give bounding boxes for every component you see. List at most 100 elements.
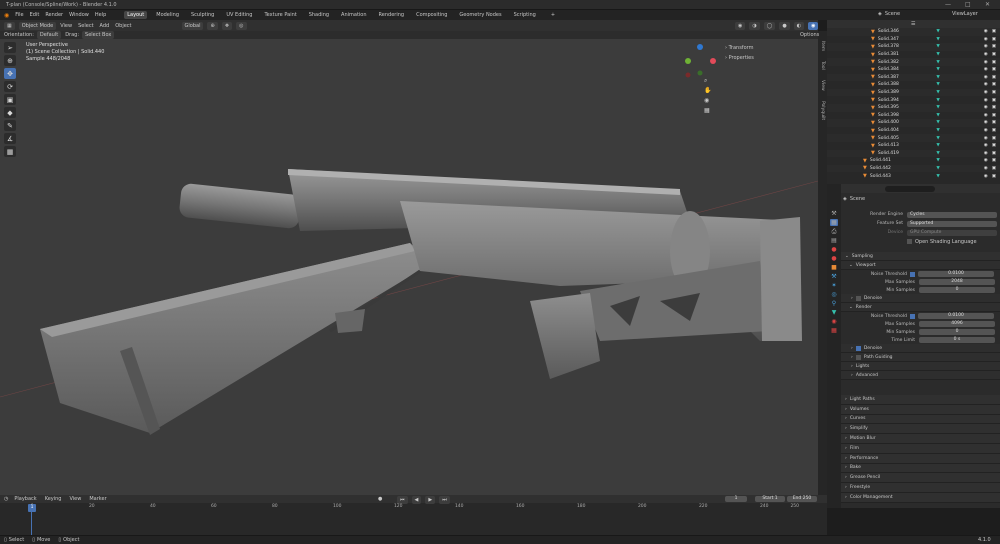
outliner-item[interactable]: ▼ Solid.378 ▼ ◉ ▣ bbox=[827, 43, 1000, 51]
osl-checkbox[interactable] bbox=[907, 239, 912, 244]
start-frame-field[interactable]: Start 1 bbox=[755, 496, 785, 502]
properties-panel[interactable]: › Properties bbox=[725, 53, 754, 63]
playback-menu[interactable]: Playback bbox=[14, 496, 36, 502]
outliner-item[interactable]: ▼ Solid.404 ▼ ◉ ▣ bbox=[827, 127, 1000, 135]
keying-menu[interactable]: Keying bbox=[45, 496, 62, 502]
vp-min-samples-field[interactable]: 0 bbox=[919, 287, 995, 293]
device-dropdown[interactable]: GPU Compute bbox=[907, 229, 997, 236]
r-noise-field[interactable]: 0.0100 bbox=[918, 313, 994, 319]
tab-rendering[interactable]: Rendering bbox=[376, 11, 408, 19]
tab-uv-editing[interactable]: UV Editing bbox=[223, 11, 255, 19]
scene-selector[interactable]: ◈ Scene bbox=[878, 11, 906, 17]
select-tool-icon[interactable]: ➢ bbox=[4, 42, 16, 53]
end-frame-field[interactable]: End 250 bbox=[787, 496, 817, 502]
orientation-dropdown[interactable]: Default bbox=[36, 31, 62, 39]
render-camera-icon[interactable]: ▣ bbox=[992, 75, 996, 80]
material-icon[interactable]: ◉ bbox=[830, 318, 838, 325]
outliner-item[interactable]: ▼ Solid.419 ▼ ◉ ▣ bbox=[827, 149, 1000, 158]
render-camera-icon[interactable]: ▣ bbox=[992, 174, 996, 179]
data-properties-icon[interactable]: ▼ bbox=[830, 309, 838, 316]
render-camera-icon[interactable]: ▣ bbox=[992, 98, 996, 103]
time-limit-field[interactable]: 0 s bbox=[919, 337, 995, 343]
vp-noise-field[interactable]: 0.0100 bbox=[918, 271, 994, 277]
rotate-tool-icon[interactable]: ⟳ bbox=[4, 81, 16, 92]
visibility-eye-icon[interactable]: ◉ bbox=[984, 82, 988, 87]
visibility-eye-icon[interactable]: ◉ bbox=[984, 67, 988, 72]
render-camera-icon[interactable]: ▣ bbox=[992, 166, 996, 171]
tab-view[interactable]: View bbox=[820, 80, 825, 91]
tab-animation[interactable]: Animation bbox=[338, 11, 370, 19]
scale-tool-icon[interactable]: ▣ bbox=[4, 94, 16, 105]
tab-compositing[interactable]: Compositing bbox=[413, 11, 450, 19]
panel-grease-pencil[interactable]: › Grease Pencil bbox=[841, 473, 1000, 484]
tab-scripting[interactable]: Scripting bbox=[511, 11, 539, 19]
view-layer-icon[interactable]: ▤ bbox=[830, 237, 838, 244]
visibility-eye-icon[interactable]: ◉ bbox=[984, 120, 988, 125]
outliner-item[interactable]: ▼ Solid.442 ▼ ◉ ▣ bbox=[827, 164, 1000, 173]
tab-item[interactable]: Item bbox=[820, 41, 825, 51]
rendered-shading-icon[interactable]: ◉ bbox=[808, 22, 819, 30]
sampling-header[interactable]: ⌄ Sampling bbox=[841, 252, 1000, 261]
render-camera-icon[interactable]: ▣ bbox=[992, 136, 996, 141]
editor-type-icon[interactable]: ▦ bbox=[4, 21, 15, 30]
outliner-item[interactable]: ▼ Solid.388 ▼ ◉ ▣ bbox=[827, 81, 1000, 89]
r-noise-checkbox[interactable] bbox=[910, 313, 915, 319]
annotate-tool-icon[interactable]: ✎ bbox=[4, 120, 16, 131]
panel-freestyle[interactable]: › Freestyle bbox=[841, 483, 1000, 493]
outliner-item[interactable]: ▼ Solid.389 ▼ ◉ ▣ bbox=[827, 88, 1000, 97]
panel-motion-blur[interactable]: › Motion Blur bbox=[841, 434, 1000, 444]
outliner-item[interactable]: ▼ Solid.395 ▼ ◉ ▣ bbox=[827, 103, 1000, 112]
menu-help[interactable]: Help bbox=[95, 12, 106, 18]
output-properties-icon[interactable]: ⎙ bbox=[830, 228, 838, 235]
tab-tool[interactable]: Tool bbox=[820, 61, 825, 70]
render-camera-icon[interactable]: ▣ bbox=[992, 120, 996, 125]
render-camera-icon[interactable]: ▣ bbox=[992, 67, 996, 72]
visibility-eye-icon[interactable]: ◉ bbox=[984, 37, 988, 42]
vp-noise-checkbox[interactable] bbox=[910, 271, 915, 277]
cursor-tool-icon[interactable]: ⊕ bbox=[4, 55, 16, 66]
outliner-filter-icon[interactable]: ☰ bbox=[911, 21, 915, 27]
panel-color-management[interactable]: › Color Management bbox=[841, 492, 1000, 503]
play-reverse-icon[interactable]: ◀ bbox=[411, 496, 422, 504]
view-layer-selector[interactable]: ViewLayer bbox=[952, 11, 984, 17]
minimize-icon[interactable]: — bbox=[945, 1, 951, 8]
vp-denoise-checkbox[interactable] bbox=[855, 295, 861, 301]
particles-icon[interactable]: ✶ bbox=[830, 282, 838, 289]
add-menu[interactable]: Add bbox=[100, 23, 110, 29]
tab-layout[interactable]: Layout bbox=[124, 11, 148, 19]
vp-denoise-subpanel[interactable]: › Denoise bbox=[841, 294, 1000, 303]
visibility-eye-icon[interactable]: ◉ bbox=[984, 113, 988, 118]
tab-shading[interactable]: Shading bbox=[306, 11, 332, 19]
render-engine-dropdown[interactable]: Cycles bbox=[907, 211, 997, 218]
r-denoise-checkbox[interactable] bbox=[855, 345, 861, 351]
render-camera-icon[interactable]: ▣ bbox=[992, 60, 996, 65]
move-tool-icon[interactable]: ✥ bbox=[4, 68, 16, 79]
outliner-item[interactable]: ▼ Solid.382 ▼ ◉ ▣ bbox=[827, 58, 1000, 66]
timeline-editor-icon[interactable]: ◷ bbox=[4, 496, 8, 502]
render-camera-icon[interactable]: ▣ bbox=[992, 113, 996, 118]
transform-orientation[interactable]: Global bbox=[181, 21, 204, 30]
wireframe-shading-icon[interactable]: ◯ bbox=[763, 22, 776, 30]
jump-start-icon[interactable]: ⏮ bbox=[397, 496, 408, 504]
menu-render[interactable]: Render bbox=[45, 12, 63, 18]
visibility-eye-icon[interactable]: ◉ bbox=[984, 158, 988, 163]
tab-texture-paint[interactable]: Texture Paint bbox=[261, 11, 299, 19]
render-camera-icon[interactable]: ▣ bbox=[992, 105, 996, 110]
render-camera-icon[interactable]: ▣ bbox=[992, 44, 996, 49]
render-camera-icon[interactable]: ▣ bbox=[992, 37, 996, 42]
r-max-samples-field[interactable]: 4096 bbox=[919, 321, 995, 327]
playhead[interactable]: 1 bbox=[28, 504, 36, 512]
add-cube-tool-icon[interactable]: ▦ bbox=[4, 146, 16, 157]
navigation-gizmo[interactable] bbox=[685, 44, 716, 78]
render-camera-icon[interactable]: ▣ bbox=[992, 52, 996, 57]
constraints-icon[interactable]: ⚲ bbox=[830, 300, 838, 307]
visibility-eye-icon[interactable]: ◉ bbox=[984, 98, 988, 103]
drag-dropdown[interactable]: Select Box bbox=[82, 31, 115, 39]
panel-simplify[interactable]: › Simplify bbox=[841, 424, 1000, 435]
r-min-samples-field[interactable]: 0 bbox=[919, 329, 995, 335]
texture-icon[interactable]: ▦ bbox=[830, 327, 838, 334]
add-workspace-icon[interactable]: + bbox=[551, 12, 555, 18]
tab-sculpting[interactable]: Sculpting bbox=[188, 11, 217, 19]
transform-tool-icon[interactable]: ◆ bbox=[4, 107, 16, 118]
ortho-toggle-icon[interactable]: ▦ bbox=[704, 106, 711, 116]
